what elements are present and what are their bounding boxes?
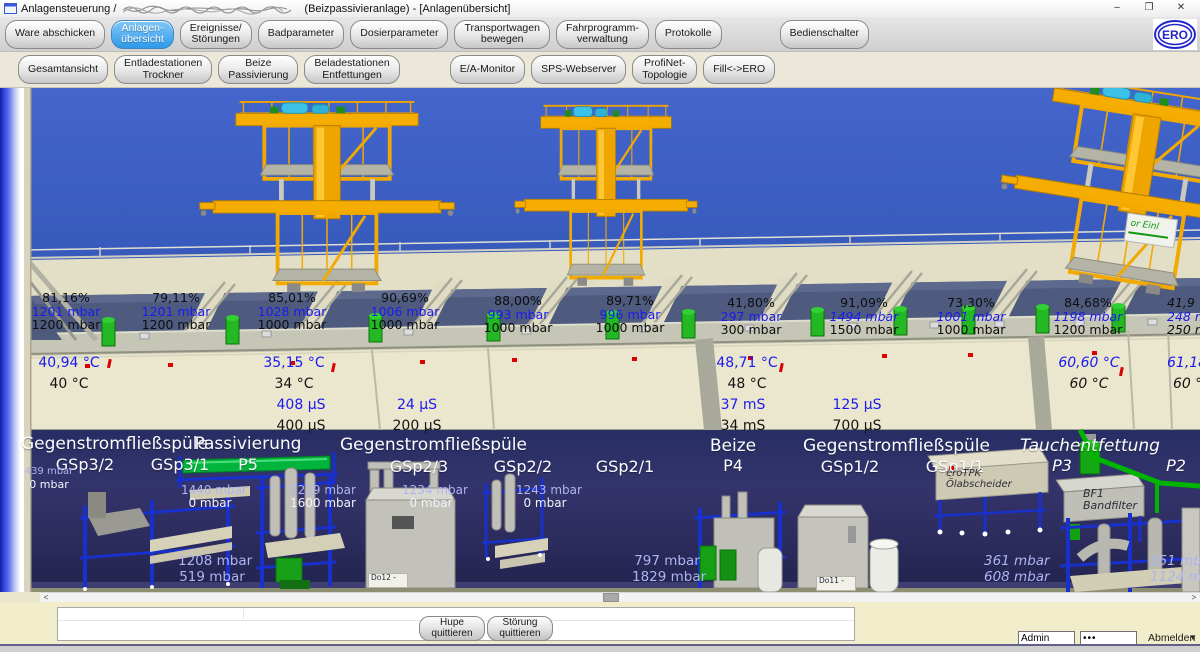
station-unit: GSp3/1: [144, 455, 216, 474]
oil-separator-label: eroTPKÖlabscheider: [946, 468, 1012, 490]
conductivity-readout: 125 µS700 µS: [824, 395, 890, 437]
button-ware-abschicken[interactable]: Ware abschicken: [5, 20, 105, 49]
button-dosierparameter[interactable]: Dosierparameter: [350, 20, 448, 49]
window-title-suffix: (Beizpassivieranlage) - [Anlagenübersich…: [304, 3, 510, 15]
left-wall-edge: [24, 88, 31, 592]
station-title: Gegenstromfließspüle: [21, 434, 206, 454]
hupe-quittieren-button[interactable]: Hupe quittieren: [419, 616, 485, 641]
minimize-button[interactable]: –: [1104, 0, 1130, 16]
button-badparameter[interactable]: Badparameter: [258, 20, 345, 49]
station-title: Passivierung: [193, 434, 303, 454]
primary-toolbar: Ware abschicken Anlagen- übersicht Ereig…: [0, 17, 1200, 52]
button-anlagenuebersicht[interactable]: Anlagen- übersicht: [111, 20, 174, 49]
fill-level-gauge: 91,09%1494 mbar1500 mbar: [818, 296, 910, 337]
fill-level-gauge: 88,00%993 mbar1000 mbar: [472, 294, 564, 335]
scrollbar-thumb[interactable]: [603, 593, 619, 602]
temperature-readout: 40,94 °C40 °C: [31, 353, 107, 395]
button-profinet-topologie[interactable]: ProfiNet- Topologie: [632, 55, 697, 84]
maximize-button[interactable]: ❐: [1136, 0, 1162, 16]
fill-level-gauge: 85,01%1028 mbar1000 mbar: [246, 291, 338, 332]
temperature-readout: 35,15 °C34 °C: [256, 353, 332, 395]
temperature-readout: 48,71 °C48 °C: [709, 353, 785, 395]
station-title: Gegenstromfließspüle: [340, 435, 510, 455]
station-unit: GSp2/3: [383, 457, 455, 476]
temperature-readout: 60,60 °C60 °C: [1051, 353, 1127, 395]
fill-level-gauge: 90,69%1006 mbar1000 mbar: [359, 291, 451, 332]
button-beladestationen-entfettungen[interactable]: Beladestationen Entfettungen: [304, 55, 399, 84]
conductivity-readout: 408 µS400 µS: [266, 395, 336, 437]
window-titlebar: Anlagensteuerung / (Beizpassivieranlage)…: [0, 0, 1200, 17]
station-unit: GSp1/2: [814, 457, 886, 476]
pressure-readout: 1208 mbar519 mbar: [178, 553, 246, 585]
button-ereignisse-stoerungen[interactable]: Ereignisse/ Störungen: [180, 20, 252, 49]
fill-level-gauge: 84,68%1198 mbar1200 mbar: [1042, 296, 1134, 337]
fill-level-gauge: 41,80%297 mbar300 mbar: [705, 296, 797, 337]
view-toolbar: Gesamtansicht Entladestationen Trockner …: [0, 52, 1200, 88]
conductivity-readout: 24 µS200 µS: [382, 395, 452, 437]
pressure-readout: 1243 mbar0 mbar: [516, 484, 574, 510]
dosing-unit-label: Do12 -: [368, 573, 408, 588]
station-unit: P5: [228, 455, 268, 474]
button-entladestationen-trockner[interactable]: Entladestationen Trockner: [114, 55, 212, 84]
fill-level-gauge: 79,11%1201 mbar1200 mbar: [130, 291, 222, 332]
fill-level-gauge: 41,9248 mbar250 mbar: [1167, 296, 1200, 337]
temperature-readout: 61,18 °C60 °C: [1167, 353, 1200, 395]
window-title-prefix: Anlagensteuerung /: [21, 3, 116, 15]
pressure-readout: 797 mbar1829 mbar: [632, 553, 702, 585]
button-fill-ero[interactable]: Fill<->ERO: [703, 55, 775, 84]
plant-3d-graphics: or Einl: [0, 88, 1200, 592]
station-unit: GSp2/2: [487, 457, 559, 476]
scrollbar-filler: [0, 592, 40, 602]
pressure-readout: 351 mbar1124 mbar: [1150, 553, 1200, 585]
plant-3d-view[interactable]: or Einl 81,16%1201 mbar1200 mbar 79,11%1…: [0, 88, 1200, 592]
station-title: Gegenstromfließspüle: [803, 436, 973, 456]
pressure-readout: 1234 mbar0 mbar: [402, 484, 460, 510]
logout-dropdown-icon[interactable]: ▼: [1189, 633, 1197, 642]
redacted-title-text: [121, 3, 299, 15]
close-button[interactable]: ✕: [1168, 0, 1194, 16]
station-unit: P3: [1042, 456, 1082, 475]
button-fahrprogrammverwaltung[interactable]: Fahrprogramm- verwaltung: [556, 20, 649, 49]
button-gesamtansicht[interactable]: Gesamtansicht: [18, 55, 108, 84]
button-ea-monitor[interactable]: E/A-Monitor: [450, 55, 525, 84]
station-unit: GSp2/1: [589, 457, 661, 476]
pressure-readout: 1229 mbar1600 mbar: [290, 484, 348, 510]
left-edge-strip: [0, 88, 24, 592]
button-bedienschalter[interactable]: Bedienschalter: [780, 20, 869, 49]
window-bottom-edge: [0, 644, 1200, 652]
ero-logo: ERO: [1153, 19, 1197, 50]
conductivity-readout: 37 mS34 mS: [710, 395, 776, 437]
pressure-readout: 439 mbar0 mbar: [24, 465, 74, 491]
station-unit: P2: [1156, 456, 1196, 475]
fill-level-gauge: 73,30%1001 mbar1000 mbar: [925, 296, 1017, 337]
fill-level-gauge: 81,16%1201 mbar1200 mbar: [20, 291, 112, 332]
pressure-readout: 361 mbar608 mbar: [984, 553, 1048, 585]
pressure-readout: 1440 mbar0 mbar: [181, 484, 239, 510]
svg-text:ERO: ERO: [1162, 28, 1188, 42]
horizontal-scrollbar[interactable]: < >: [40, 592, 1200, 602]
station-title: Tauchentfettung: [1020, 436, 1160, 456]
fill-level-gauge: 89,71%996 mbar1000 mbar: [584, 294, 676, 335]
station-unit: P4: [713, 456, 753, 475]
app-icon: [4, 3, 17, 14]
band-filter-label: BF1Bandfilter: [1083, 488, 1137, 512]
bottom-panel: Hupe quittieren Störung quittieren Abmel…: [0, 602, 1200, 645]
stoerung-quittieren-button[interactable]: Störung quittieren: [487, 616, 553, 641]
dosing-unit-label: Do11 -: [816, 576, 856, 591]
button-sps-webserver[interactable]: SPS-Webserver: [531, 55, 626, 84]
button-protokolle[interactable]: Protokolle: [655, 20, 722, 49]
button-beize-passivierung[interactable]: Beize Passivierung: [218, 55, 298, 84]
button-transportwagen-bewegen[interactable]: Transportwagen bewegen: [454, 20, 549, 49]
station-title: Beize: [698, 436, 768, 456]
